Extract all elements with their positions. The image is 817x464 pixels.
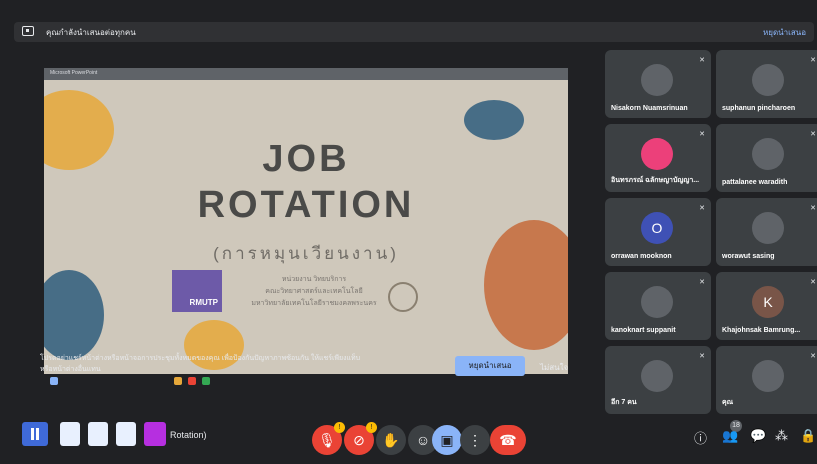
present-icon: ▣ (440, 432, 454, 448)
mic-muted-icon: ✕ (810, 205, 816, 212)
presenting-banner: คุณกำลังนำเสนอต่อทุกคน หยุดนำเสนอ (14, 22, 814, 42)
color-picker-swatch[interactable] (144, 422, 166, 446)
decor-blob (464, 100, 524, 140)
raise-hand-button[interactable]: ✋ (376, 425, 406, 455)
mic-muted-icon: ✕ (699, 353, 705, 360)
mic-muted-icon: ✕ (699, 57, 705, 64)
avatar (641, 64, 673, 96)
pen-tool-icon[interactable] (88, 422, 108, 446)
taskbar-app-icon (174, 377, 182, 385)
mic-warning-badge: ! (334, 422, 345, 433)
slide-title-line2: ROTATION (197, 184, 415, 226)
shared-window-title: Microsoft PowerPoint (50, 70, 98, 76)
more-vert-icon: ⋮ (468, 432, 482, 448)
participant-name: orrawan mooknon (611, 253, 672, 260)
participant-name: Nisakorn Nuamsrinuan (611, 105, 688, 112)
shared-taskbar (44, 374, 568, 388)
mic-muted-icon: ✕ (810, 131, 816, 138)
activities-icon[interactable]: ⁂ (775, 428, 788, 444)
participant-name: อินทรภรณ์ ฉลักษญาบัญญา... (611, 177, 700, 184)
annotate-globe-icon[interactable] (60, 422, 80, 446)
mic-muted-icon: ✕ (810, 57, 816, 64)
slide-org-line2: คณะวิทยาศาสตร์และเทคโนโลยี (265, 288, 363, 295)
avatar: O (641, 212, 673, 244)
meeting-controls: Rotation) 🎙! ⊘! ✋ ☺ ▣ ⋮ ☎ ⓘ 18 👥 💬 ⁂ 🔒 (0, 418, 817, 464)
present-screen-icon (22, 26, 34, 36)
mic-muted-icon: ✕ (699, 279, 705, 286)
avatar (752, 64, 784, 96)
avatar (641, 138, 673, 170)
rmutp-logo: RMUTP (172, 270, 222, 312)
emoji-icon: ☺ (415, 432, 431, 448)
avatar: K (752, 286, 784, 318)
participant-name: อีก 7 คน (611, 399, 637, 406)
mic-muted-icon: ✕ (810, 353, 816, 360)
mic-button[interactable]: 🎙! (312, 422, 345, 455)
taskbar-app-icon (188, 377, 196, 385)
participant-name: worawut sasing (722, 253, 775, 260)
slide-subtitle: (การหมุนเวียนงาน) (213, 244, 399, 263)
chat-icon[interactable]: 💬 (750, 428, 766, 444)
participant-name: pattalanee waradith (722, 179, 788, 186)
participant-tile[interactable]: ✕ อีก 7 คน (605, 346, 711, 414)
meeting-title-fragment: Rotation) (170, 430, 207, 440)
avatar (752, 212, 784, 244)
shared-window-titlebar: Microsoft PowerPoint (44, 68, 568, 80)
avatar (641, 286, 673, 318)
participant-tile[interactable]: ✕ kanoknart suppanit (605, 272, 711, 340)
leave-call-button[interactable]: ☎ (490, 425, 526, 455)
participant-tile[interactable]: ✕ worawut sasing (716, 198, 817, 266)
participant-tile[interactable]: ✕ pattalanee waradith (716, 124, 817, 192)
participant-tile[interactable]: ✕ อินทรภรณ์ ฉลักษญาบัญญา... (605, 124, 711, 192)
more-options-button[interactable]: ⋮ (460, 425, 490, 455)
university-seal (388, 282, 418, 312)
decor-blob (44, 270, 104, 360)
stop-presenting-button[interactable]: หยุดนำเสนอ (455, 356, 525, 376)
mic-muted-icon: ✕ (810, 279, 816, 286)
hand-icon: ✋ (382, 432, 400, 448)
mic-muted-icon: ✕ (699, 131, 705, 138)
pause-icon[interactable] (22, 422, 48, 446)
camera-off-icon: ⊘ (353, 432, 365, 448)
participant-tile[interactable]: O ✕ orrawan mooknon (605, 198, 711, 266)
mic-muted-icon: ✕ (699, 205, 705, 212)
participant-tile[interactable]: ✕ Nisakorn Nuamsrinuan (605, 50, 711, 118)
host-controls-icon[interactable]: 🔒 (800, 428, 816, 444)
stop-presenting-link[interactable]: หยุดนำเสนอ (763, 26, 806, 39)
camera-button[interactable]: ⊘! (344, 422, 377, 455)
info-icon[interactable]: ⓘ (694, 428, 707, 447)
participant-name: kanoknart suppanit (611, 327, 676, 334)
slide-org-line1: หน่วยงาน วิทยบริการ (281, 276, 347, 283)
present-button[interactable]: ▣ (432, 425, 462, 455)
participant-tile[interactable]: K ✕ Khajohnsak Bamrung... (716, 272, 817, 340)
shared-screen: Microsoft PowerPoint JOB ROTATION (การหม… (44, 68, 568, 388)
participant-tile[interactable]: ✕ suphanun pincharoen (716, 50, 817, 118)
presenting-banner-text: คุณกำลังนำเสนอต่อทุกคน (46, 28, 136, 37)
presentation-slide: JOB ROTATION (การหมุนเวียนงาน) RMUTP หน่… (44, 80, 568, 374)
start-icon (50, 377, 58, 385)
participant-tile[interactable]: ✕ คุณ (716, 346, 817, 414)
taskbar-app-icon (202, 377, 210, 385)
share-warning-text: โปรดอย่าแชร์หน้าต่างหรือหน้าจอการประชุมท… (40, 355, 361, 373)
avatar (752, 360, 784, 392)
slide-org-line3: มหาวิทยาลัยเทคโนโลยีราชมงคลพระนคร (251, 300, 377, 307)
participant-name: Khajohnsak Bamrung... (722, 327, 801, 334)
camera-warning-badge: ! (366, 422, 377, 433)
eraser-tool-icon[interactable] (116, 422, 136, 446)
participant-name: คุณ (722, 399, 734, 406)
avatar (752, 138, 784, 170)
slide-title-line1: JOB (262, 138, 350, 180)
mic-off-icon: 🎙 (318, 432, 336, 448)
ignore-button[interactable]: ไม่สนใจ (540, 361, 568, 374)
participant-name: suphanun pincharoen (722, 105, 796, 112)
avatar (641, 360, 673, 392)
hang-up-icon: ☎ (499, 432, 517, 448)
people-icon[interactable]: 👥 (722, 428, 738, 444)
